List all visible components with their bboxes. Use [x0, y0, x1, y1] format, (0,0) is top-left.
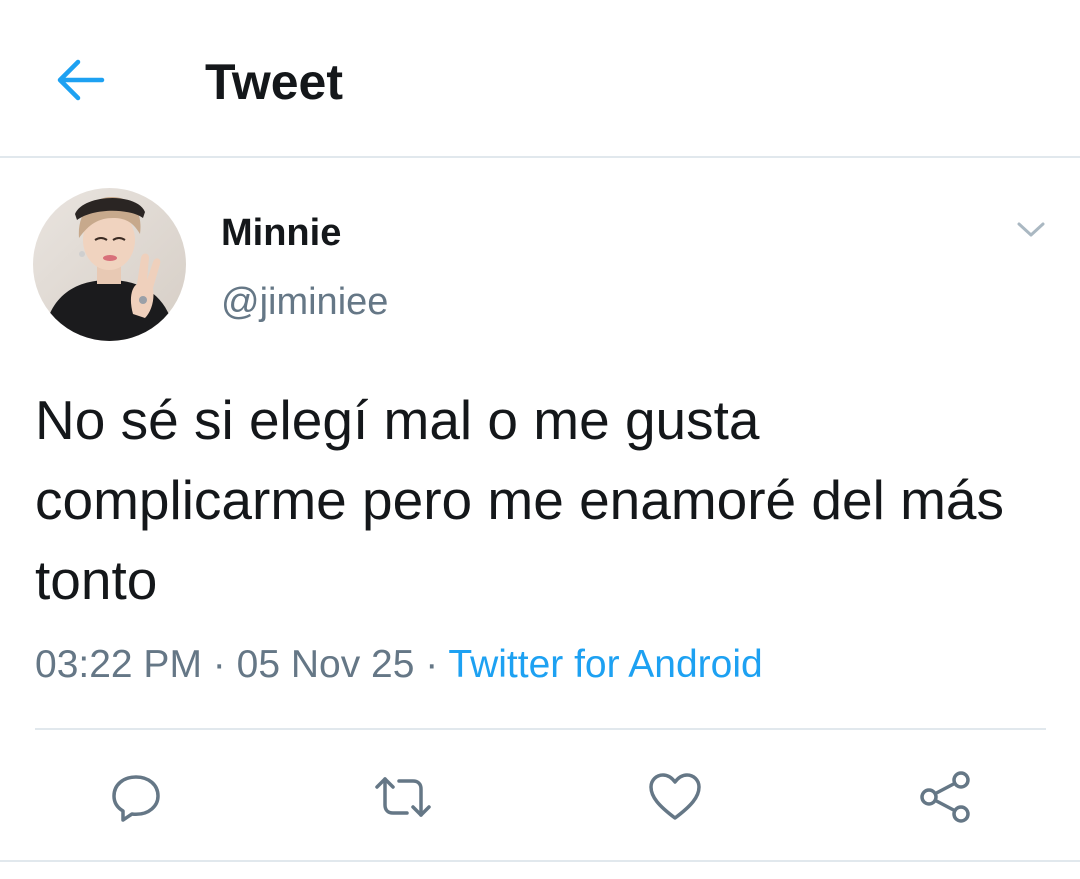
retweet-button[interactable] — [368, 762, 438, 832]
top-bar: Tweet — [0, 0, 1080, 158]
tweet-date: 05 Nov 25 — [236, 643, 415, 686]
meta-separator: · — [212, 643, 226, 686]
chevron-down-icon — [1017, 222, 1045, 237]
avatar-photo — [33, 188, 186, 341]
meta-separator: · — [425, 643, 439, 686]
avatar[interactable] — [33, 188, 186, 341]
tweet-meta: 03:22 PM · 05 Nov 25 · Twitter for Andro… — [35, 641, 763, 689]
share-icon — [920, 771, 970, 823]
tweet-time: 03:22 PM — [35, 643, 202, 686]
action-bar — [0, 740, 1080, 850]
arrow-left-icon — [57, 59, 105, 101]
tweet-text: No sé si elegí mal o me gusta complicarm… — [35, 389, 1004, 611]
reply-icon — [112, 775, 160, 822]
heart-icon — [649, 773, 701, 820]
more-options-button[interactable] — [1008, 210, 1054, 250]
page-title: Tweet — [205, 54, 343, 110]
author-display-name[interactable]: Minnie — [221, 210, 341, 256]
back-button[interactable] — [40, 45, 120, 115]
retweet-icon — [375, 777, 431, 817]
like-button[interactable] — [640, 762, 710, 832]
divider — [0, 860, 1080, 862]
reply-button[interactable] — [101, 762, 171, 832]
author-handle[interactable]: @jiminiee — [221, 279, 388, 325]
tweet-source-link[interactable]: Twitter for Android — [448, 643, 762, 686]
divider — [35, 728, 1046, 730]
share-button[interactable] — [910, 762, 980, 832]
